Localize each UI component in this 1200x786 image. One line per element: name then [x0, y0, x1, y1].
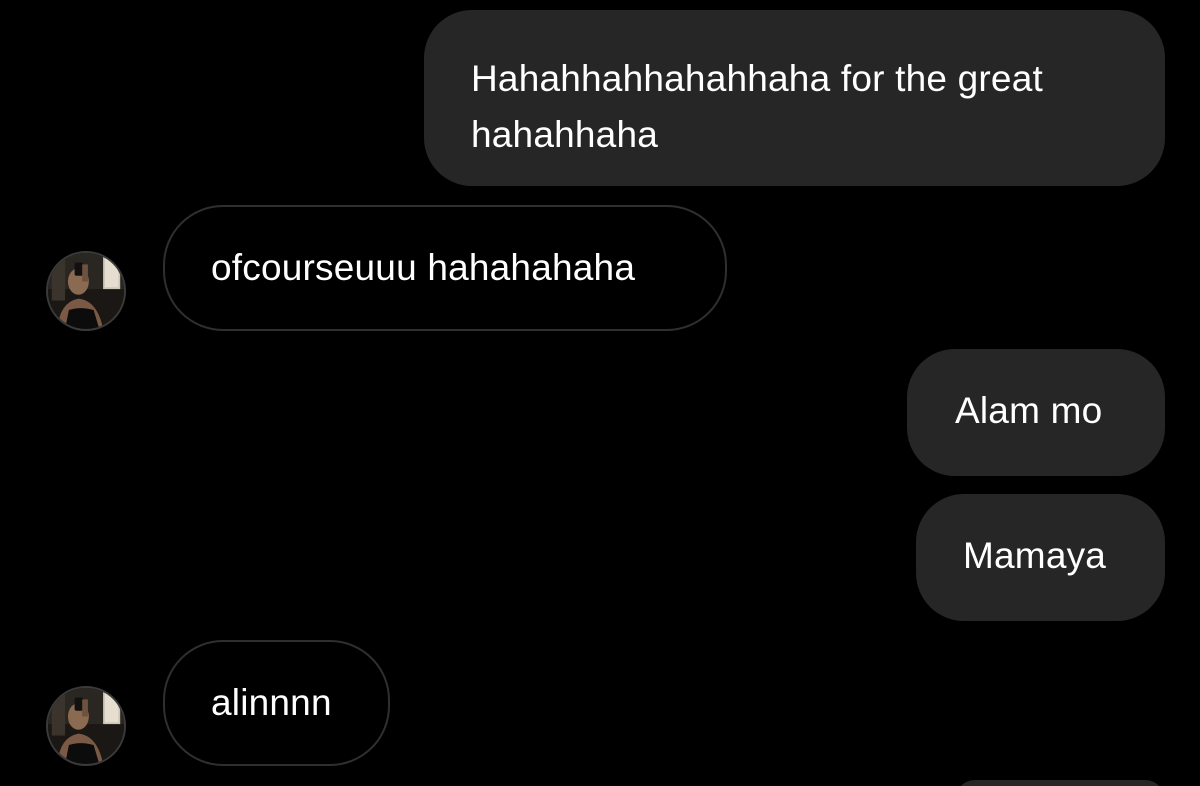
chat-thread: Hahahhahhahahhaha for the great hahahhah… — [0, 0, 1200, 786]
contact-avatar[interactable] — [46, 251, 126, 331]
received-message-bubble[interactable]: alinnnn — [163, 640, 390, 766]
sent-message-bubble[interactable]: Mamaya — [916, 494, 1165, 621]
sent-message-bubble[interactable]: Hahahhahhahahhaha for the great hahahhah… — [424, 10, 1165, 186]
avatar-photo-icon — [48, 688, 124, 764]
received-message-bubble[interactable]: ofcourseuuu hahahahaha — [163, 205, 727, 331]
sent-message-bubble[interactable]: Alam mo — [907, 349, 1165, 476]
message-text: Hahahhahhahahhaha for the great hahahhah… — [471, 58, 1043, 155]
contact-avatar[interactable] — [46, 686, 126, 766]
message-text: Alam mo — [955, 390, 1103, 431]
partial-sent-message-bubble[interactable] — [955, 780, 1165, 786]
message-text: ofcourseuuu hahahahaha — [211, 247, 636, 288]
message-text: alinnnn — [211, 682, 332, 723]
message-text: Mamaya — [963, 535, 1107, 576]
avatar-photo-icon — [48, 253, 124, 329]
